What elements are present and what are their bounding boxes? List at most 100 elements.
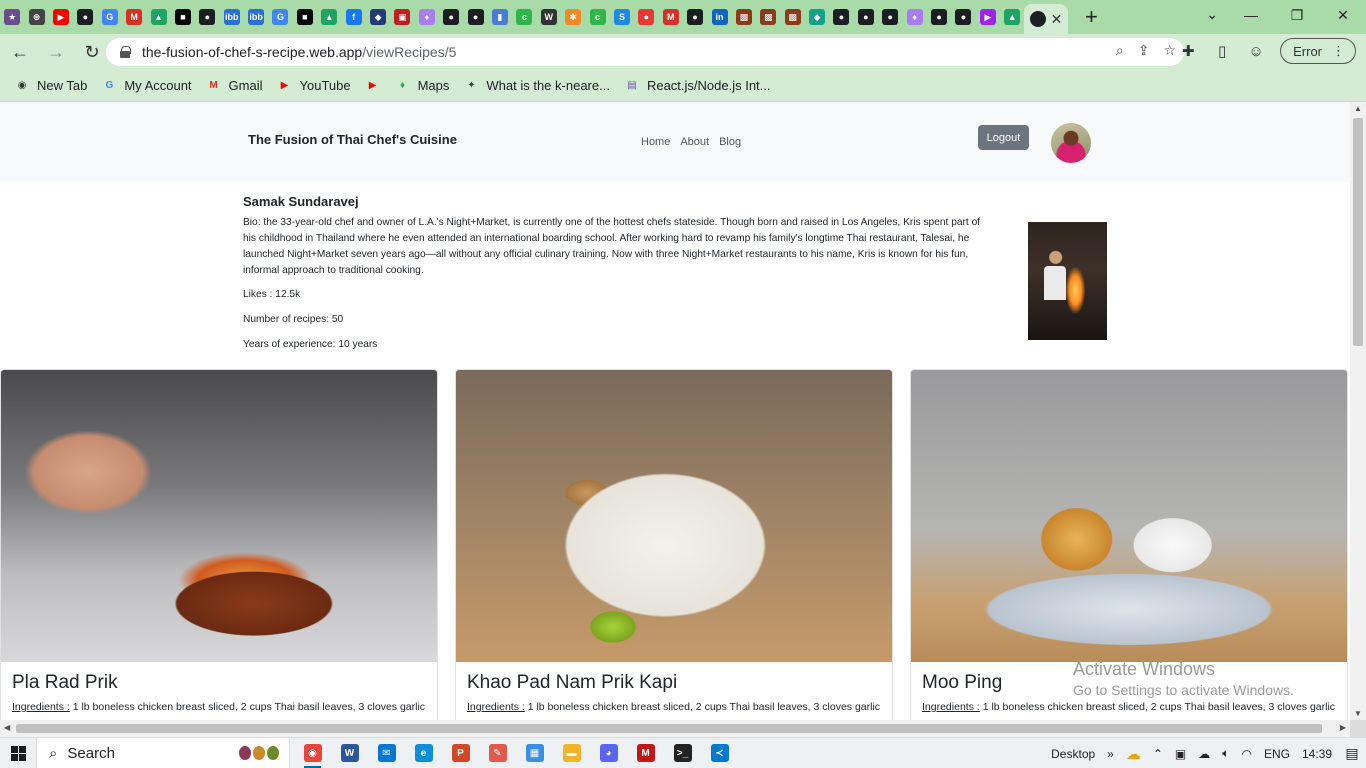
logout-button[interactable]: Logout xyxy=(978,125,1029,150)
restore-button[interactable]: ❐ xyxy=(1274,0,1320,30)
browser-tab[interactable]: ▩ xyxy=(781,0,805,34)
browser-tab[interactable]: ● xyxy=(463,0,487,34)
browser-tab[interactable]: ▲ xyxy=(317,0,341,34)
browser-tab[interactable]: c xyxy=(585,0,609,34)
notification-icon[interactable]: ▤ xyxy=(1338,745,1366,762)
desktop-toolbar-label[interactable]: Desktop xyxy=(1051,747,1095,761)
taskbar-app[interactable]: ✎ xyxy=(479,738,516,768)
browser-tab[interactable]: ♦ xyxy=(902,0,926,34)
bookmark-item[interactable]: ✦ What is the k-neare... xyxy=(463,78,610,94)
taskbar-search-box[interactable]: ⌕ Search xyxy=(36,737,290,768)
scroll-up-arrow-icon[interactable]: ▲ xyxy=(1354,104,1362,113)
vertical-scrollbar[interactable]: ▲ ▼ xyxy=(1350,102,1366,720)
site-brand[interactable]: The Fusion of Thai Chef's Cuisine xyxy=(248,132,457,147)
share-icon[interactable]: ⇪ xyxy=(1138,42,1150,59)
onedrive-icon[interactable]: ☁ xyxy=(1198,747,1210,761)
bookmark-item[interactable]: ▶ YouTube xyxy=(277,78,351,94)
zoom-icon[interactable]: ⌕ xyxy=(1116,42,1124,59)
taskbar-app[interactable]: >_ xyxy=(664,738,701,768)
browser-tab[interactable]: ● xyxy=(73,0,97,34)
taskbar-app[interactable]: ✉ xyxy=(368,738,405,768)
weather-icon[interactable]: ☁ xyxy=(1126,745,1141,763)
extensions-icon[interactable]: ✚ xyxy=(1178,41,1198,61)
vertical-scroll-thumb[interactable] xyxy=(1353,118,1363,346)
nav-link-about[interactable]: About xyxy=(680,136,709,148)
taskbar-app[interactable]: ◉ xyxy=(294,738,331,768)
taskbar-app[interactable]: ≺ xyxy=(701,738,738,768)
close-tab-icon[interactable]: ✕ xyxy=(1051,11,1063,28)
recipe-card[interactable]: Khao Pad Nam Prik Kapi Ingredients : 1 l… xyxy=(455,369,893,720)
horizontal-scroll-thumb[interactable] xyxy=(16,724,1322,733)
bookmark-item[interactable]: ▶ xyxy=(365,78,381,94)
language-indicator[interactable]: ENG xyxy=(1264,747,1290,761)
volume-icon[interactable]: 🔈︎ xyxy=(1222,746,1229,761)
browser-tab[interactable]: ibb xyxy=(220,0,244,34)
browser-tab[interactable]: ▲ xyxy=(1000,0,1024,34)
desktop-chevron-icon[interactable]: » xyxy=(1107,747,1114,761)
browser-tab[interactable]: G xyxy=(268,0,292,34)
minimize-button[interactable]: — xyxy=(1228,0,1274,30)
browser-tab[interactable]: M xyxy=(659,0,683,34)
scroll-right-arrow-icon[interactable]: ▶ xyxy=(1340,723,1346,732)
bookmark-item[interactable]: G My Account xyxy=(101,78,191,94)
profile-avatar-icon[interactable]: ☺ xyxy=(1246,41,1266,61)
browser-tab[interactable]: ■ xyxy=(293,0,317,34)
taskbar-app[interactable]: W xyxy=(331,738,368,768)
browser-tab[interactable]: ◆ xyxy=(805,0,829,34)
network-icon[interactable]: ◠ xyxy=(1241,747,1251,761)
browser-tab[interactable]: ● xyxy=(683,0,707,34)
browser-tab[interactable]: ✱ xyxy=(561,0,585,34)
browser-tab[interactable]: ♦ xyxy=(415,0,439,34)
browser-tab[interactable]: ibb xyxy=(244,0,268,34)
browser-tab[interactable]: ▶ xyxy=(49,0,73,34)
reload-button[interactable]: ↻ xyxy=(76,36,108,68)
browser-tab[interactable]: W xyxy=(537,0,561,34)
taskbar-app[interactable]: P xyxy=(442,738,479,768)
close-window-button[interactable]: ✕ xyxy=(1320,0,1366,30)
taskbar-app[interactable]: e xyxy=(405,738,442,768)
browser-tab[interactable]: S xyxy=(610,0,634,34)
browser-tab[interactable]: ● xyxy=(927,0,951,34)
browser-tab[interactable]: G xyxy=(98,0,122,34)
tray-overflow-icon[interactable]: ⌃ xyxy=(1153,747,1163,761)
browser-tab[interactable]: ● xyxy=(634,0,658,34)
browser-tab[interactable]: ● xyxy=(829,0,853,34)
profile-error-button[interactable]: Error ⋮ xyxy=(1280,38,1356,64)
bookmark-item[interactable]: M Gmail xyxy=(206,78,262,94)
browser-tab[interactable]: ▩ xyxy=(732,0,756,34)
browser-tab[interactable]: ▮ xyxy=(488,0,512,34)
browser-tab[interactable]: ● xyxy=(439,0,463,34)
browser-tab[interactable]: c xyxy=(512,0,536,34)
forward-button[interactable]: → xyxy=(40,36,72,68)
bookmark-item[interactable]: ♦ Maps xyxy=(395,78,449,94)
bookmark-item[interactable]: ▤ React.js/Node.js Int... xyxy=(624,78,770,94)
browser-tab[interactable]: ▲ xyxy=(146,0,170,34)
tab-search-icon[interactable]: ⌄ xyxy=(1206,6,1218,23)
nav-link-home[interactable]: Home xyxy=(641,136,670,148)
browser-tab[interactable]: ● xyxy=(951,0,975,34)
bookmark-item[interactable]: ◉ New Tab xyxy=(14,78,88,94)
scroll-left-arrow-icon[interactable]: ◀ xyxy=(4,723,10,732)
recipe-card[interactable]: Pla Rad Prik Ingredients : 1 lb boneless… xyxy=(0,369,438,720)
browser-tab[interactable]: ● xyxy=(854,0,878,34)
browser-tab[interactable]: ● xyxy=(195,0,219,34)
start-button[interactable] xyxy=(0,738,36,768)
clock[interactable]: 14:39 xyxy=(1302,747,1332,761)
browser-tab[interactable]: ★ xyxy=(0,0,24,34)
back-button[interactable]: ← xyxy=(4,36,36,68)
browser-tab[interactable]: ▣ xyxy=(390,0,414,34)
browser-tab[interactable]: ▶ xyxy=(976,0,1000,34)
bookmark-star-icon[interactable]: ☆ xyxy=(1163,42,1176,59)
browser-tab[interactable]: ▩ xyxy=(756,0,780,34)
lock-icon[interactable] xyxy=(120,46,131,58)
horizontal-scrollbar[interactable]: ◀ ▶ xyxy=(0,720,1350,737)
browser-tab[interactable]: ⊛ xyxy=(24,0,48,34)
nav-link-blog[interactable]: Blog xyxy=(719,136,741,148)
browser-tab[interactable]: f xyxy=(341,0,365,34)
scroll-down-arrow-icon[interactable]: ▼ xyxy=(1354,709,1362,718)
new-tab-button[interactable]: + xyxy=(1076,4,1106,30)
taskbar-app[interactable]: M xyxy=(627,738,664,768)
taskbar-app[interactable]: ▦ xyxy=(516,738,553,768)
browser-tab[interactable]: ■ xyxy=(171,0,195,34)
address-bar[interactable]: the-fusion-of-chef-s-recipe.web.app/view… xyxy=(106,38,1184,66)
